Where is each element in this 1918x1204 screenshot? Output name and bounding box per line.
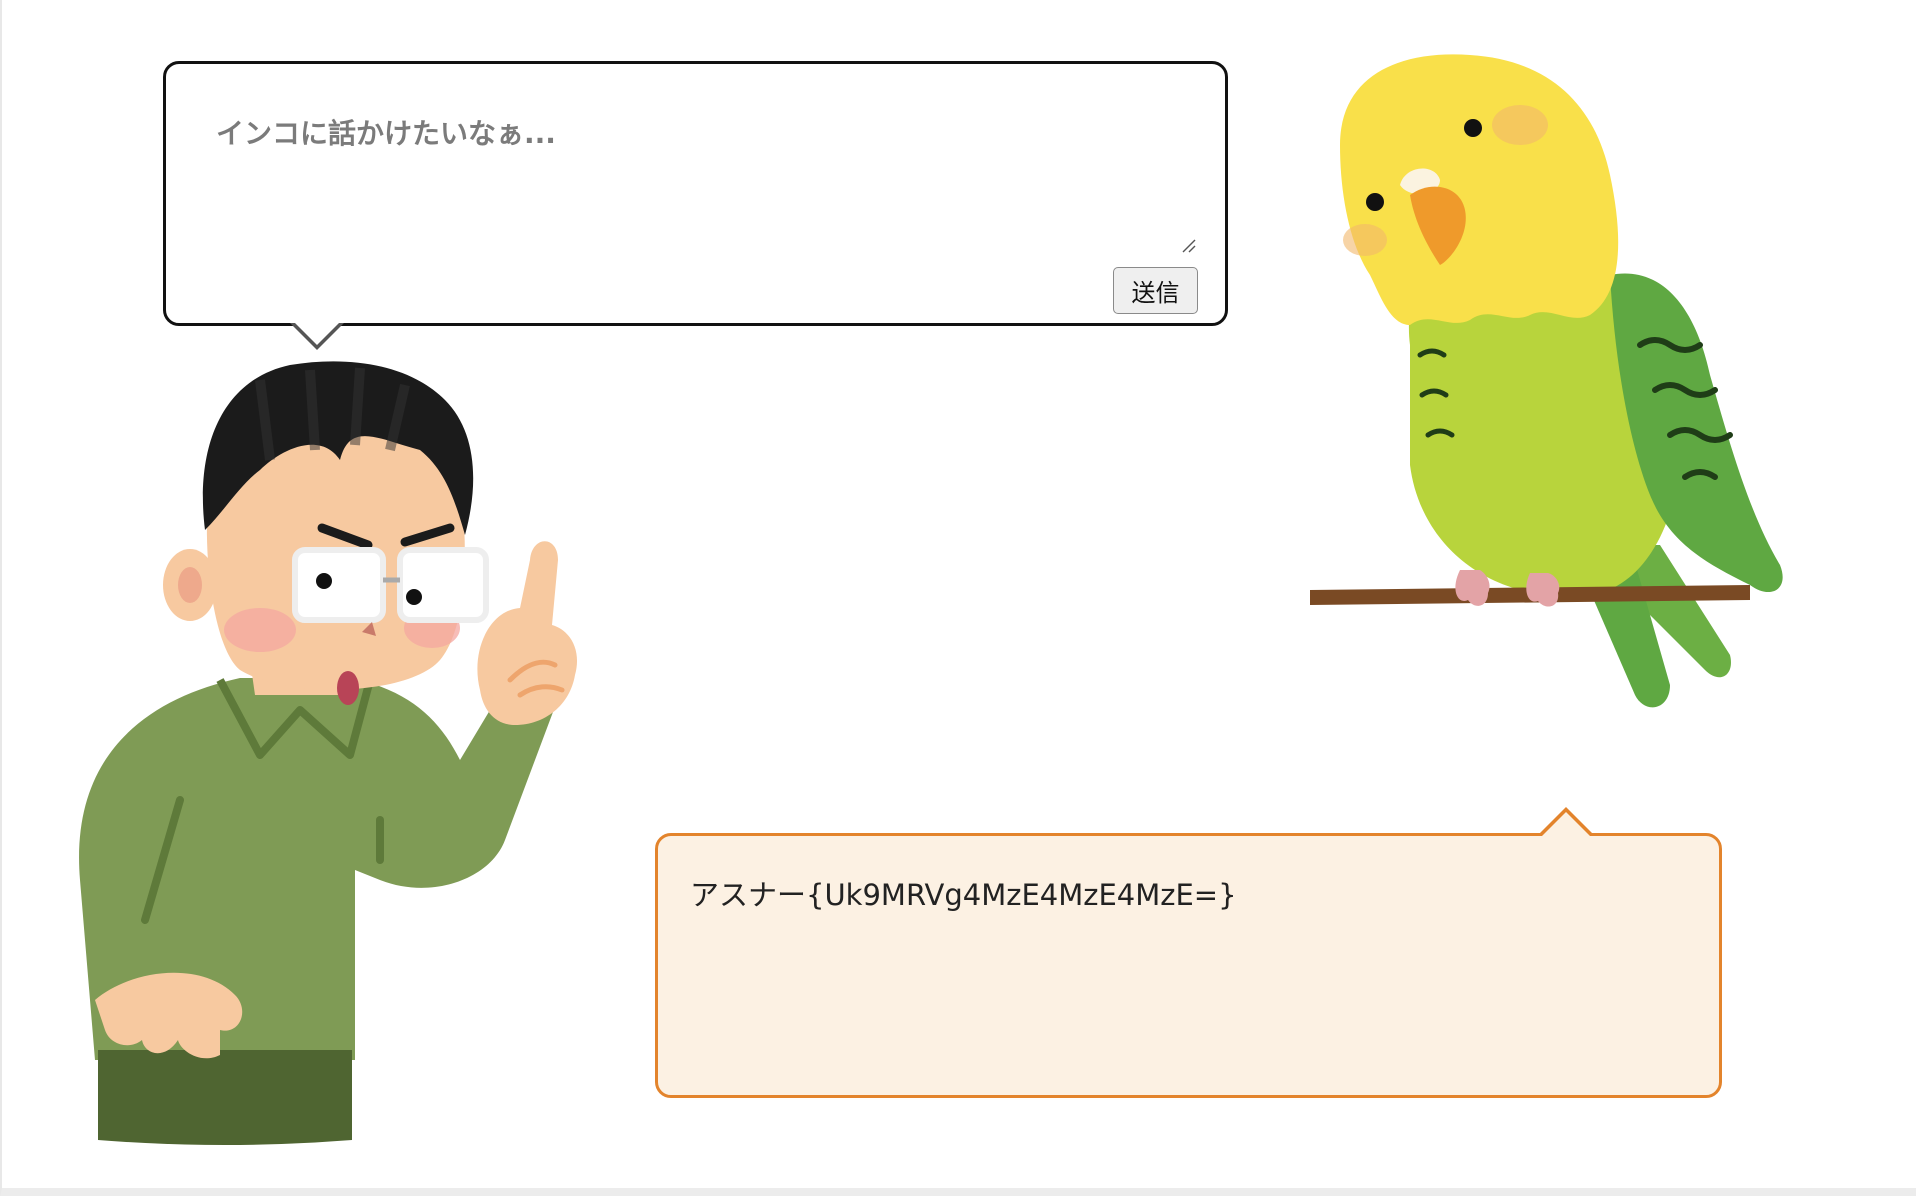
man-pointing-icon [79,361,578,1145]
message-input-bubble: 送信 [163,61,1228,350]
answer-text: アスナー{Uk9MRVg4MzE4MzE4MzE=} [690,878,1237,912]
resize-grip-icon[interactable] [1180,237,1196,253]
budgerigar-icon [1310,54,1783,708]
answer-bubble: アスナー{Uk9MRVg4MzE4MzE4MzE=} [655,807,1722,1098]
send-button[interactable]: 送信 [1113,267,1198,314]
message-input[interactable] [216,112,1201,260]
